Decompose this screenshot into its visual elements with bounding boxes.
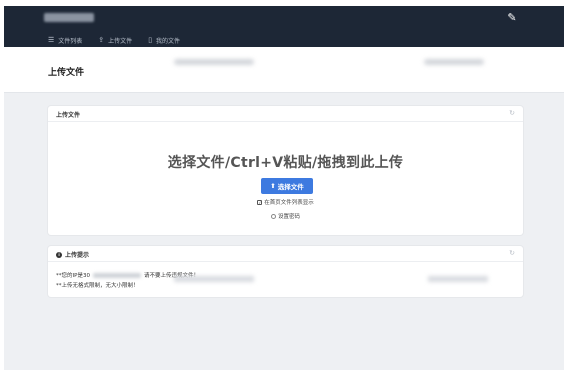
pencil-icon[interactable]: ✎	[504, 10, 520, 26]
show-on-home-checkbox[interactable]: ✓	[257, 199, 263, 205]
choose-file-label: 选择文件	[277, 183, 304, 191]
tips-card-header: i 上传提示 ↻	[48, 246, 523, 262]
upload-card-header: 上传文件 ↻	[48, 106, 523, 122]
set-password-label: 设置密码	[277, 214, 300, 220]
brand-logo[interactable]	[44, 13, 94, 22]
choose-file-button[interactable]: ⬆ 选择文件	[261, 178, 313, 194]
set-password-radio[interactable]	[270, 213, 276, 219]
list-icon: ☰	[48, 36, 55, 44]
file-icon: ▯	[148, 36, 153, 44]
info-icon: i	[56, 251, 62, 258]
nav-upload-file-label: 上传文件	[108, 37, 133, 45]
top-navbar: ✎ ☰ 文件列表 ⇪ 上传文件 ▯ 我的文件	[4, 6, 564, 47]
tips-card-title: i 上传提示	[56, 250, 89, 259]
tip-format-line: **上传无格式限制，无大小限制！	[56, 283, 139, 289]
upload-icon: ⇪	[98, 36, 105, 44]
upload-card-title-text: 上传文件	[56, 112, 81, 119]
show-on-home-label: 在首页文件列表显示	[264, 200, 314, 206]
tip-ip-prefix: **您的IP是30	[56, 273, 90, 279]
nav-file-list-label: 文件列表	[58, 37, 83, 45]
watermark-blur	[174, 59, 254, 65]
upload-icon: ⬆	[270, 182, 276, 190]
watermark-blur	[424, 59, 484, 65]
upload-card-title: 上传文件	[56, 110, 80, 119]
nav-my-files-label: 我的文件	[156, 37, 181, 45]
watermark-blur	[174, 276, 254, 282]
upload-tips-card: i 上传提示 ↻ **您的IP是30 请不要上传违规文件！ **上传无格式限制，…	[48, 246, 523, 297]
show-on-home-option[interactable]: ✓ 在首页文件列表显示	[48, 198, 523, 206]
drop-zone-text[interactable]: 选择文件/Ctrl+V粘贴/拖拽到此上传	[48, 152, 523, 172]
page-header: 上传文件	[4, 47, 564, 93]
redacted-ip	[92, 272, 141, 278]
app-frame: ✎ ☰ 文件列表 ⇪ 上传文件 ▯ 我的文件 上传文件 上传文件 ↻ 选择文件/…	[4, 6, 564, 370]
set-password-option[interactable]: 设置密码	[48, 212, 523, 220]
tips-card-title-text: 上传提示	[65, 252, 90, 259]
upload-card[interactable]: 上传文件 ↻ 选择文件/Ctrl+V粘贴/拖拽到此上传 ⬆ 选择文件 ✓ 在首页…	[48, 106, 523, 235]
watermark-blur	[428, 276, 488, 282]
main-nav: ☰ 文件列表 ⇪ 上传文件 ▯ 我的文件	[48, 34, 180, 46]
refresh-icon[interactable]: ↻	[509, 249, 515, 257]
nav-my-files[interactable]: ▯ 我的文件	[148, 34, 180, 46]
nav-upload-file[interactable]: ⇪ 上传文件	[98, 34, 132, 46]
refresh-icon[interactable]: ↻	[509, 109, 515, 117]
nav-file-list[interactable]: ☰ 文件列表	[48, 34, 82, 46]
page-title: 上传文件	[48, 68, 85, 78]
